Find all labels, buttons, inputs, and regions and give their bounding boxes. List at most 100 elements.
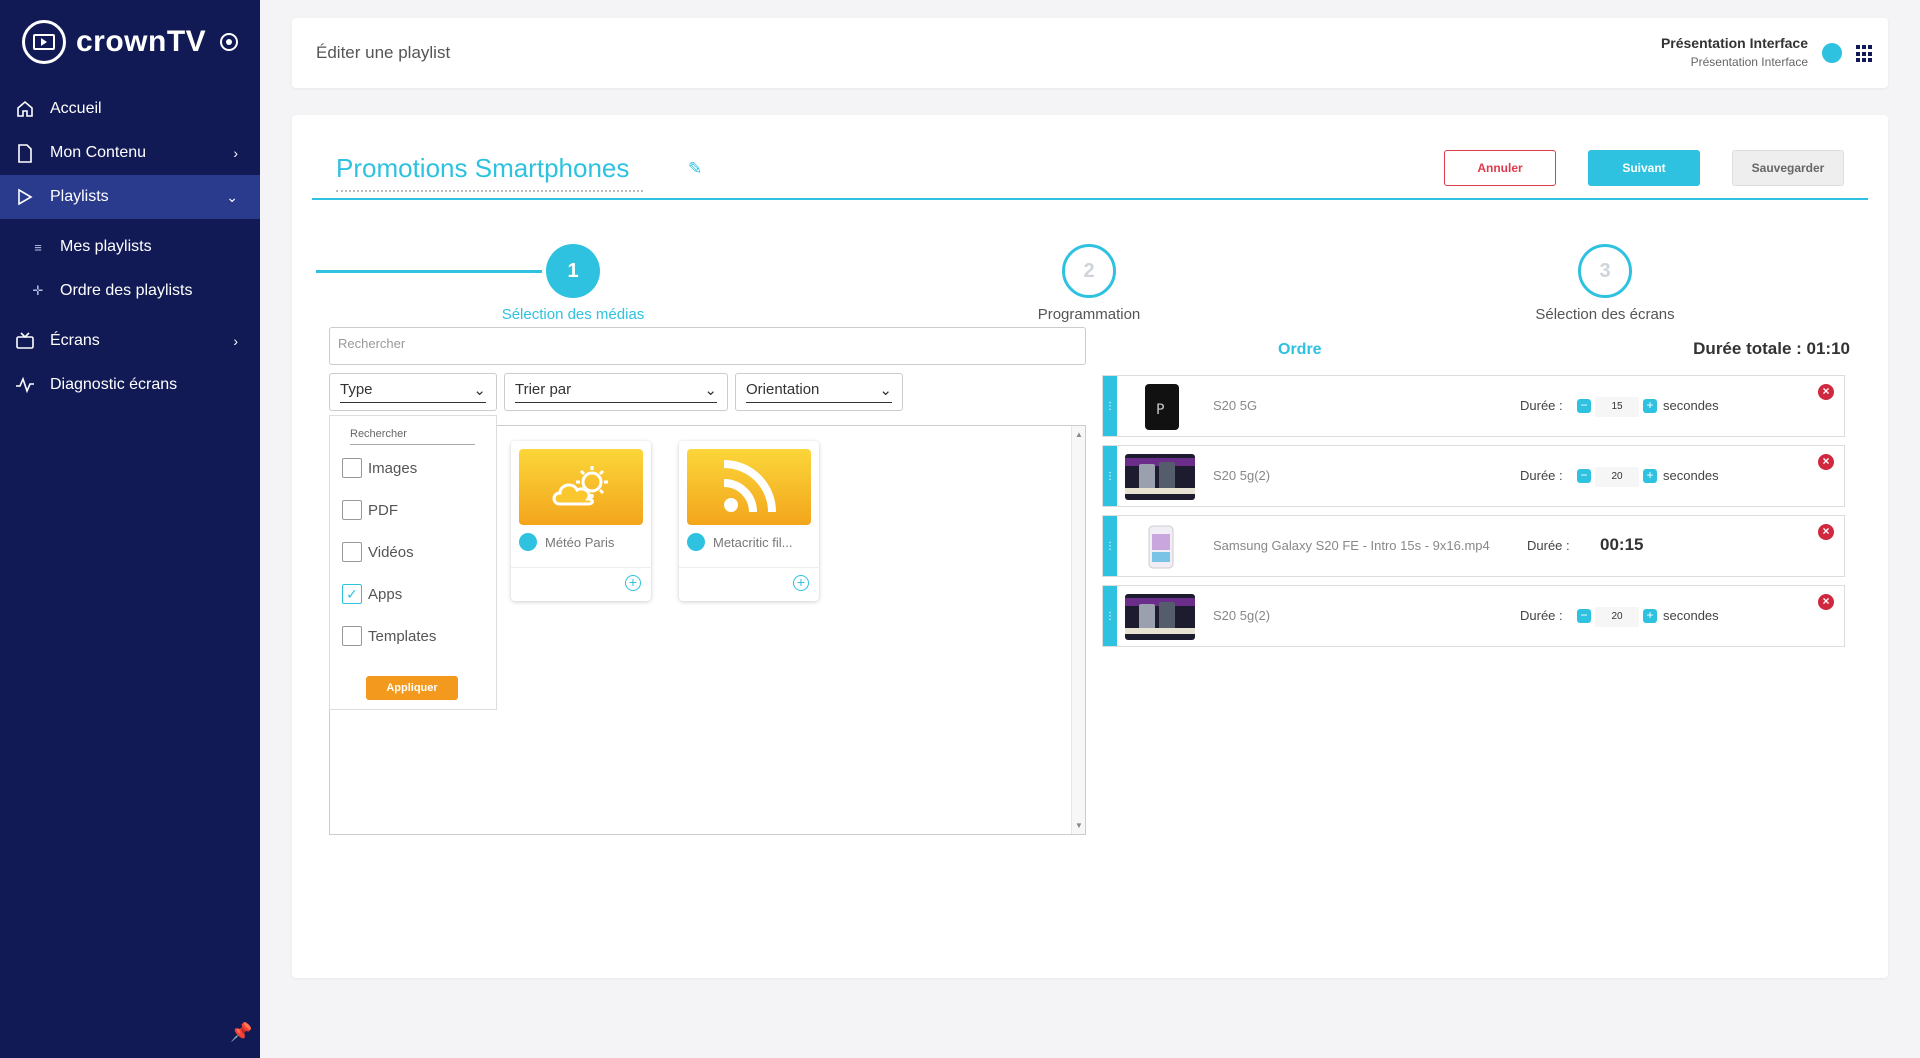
scroll-up-icon[interactable]: ▲ [1075,430,1083,439]
owner-avatar-icon [519,533,537,551]
duration-label: Durée : [1520,468,1563,483]
brand-name: crownTV [76,25,207,58]
tv-icon [14,330,36,352]
list-icon: ≡ [34,239,42,255]
duration-label: Durée : [1520,398,1563,413]
order-row[interactable]: ⋮ P S20 5G Durée : − 15 + secondes × [1102,375,1845,437]
pencil-icon[interactable]: ✎ [688,159,702,179]
remove-icon[interactable]: × [1818,594,1834,610]
page-title: Éditer une playlist [316,43,451,62]
remove-icon[interactable]: × [1818,524,1834,540]
svg-text:P: P [1156,402,1164,418]
step-2-label: Programmation [1037,306,1141,323]
chevron-down-icon: ⌄ [879,382,892,399]
filter-search-input[interactable]: Rechercher [350,428,475,445]
save-button[interactable]: Sauvegarder [1732,150,1844,186]
title-divider [312,198,1868,200]
order-row[interactable]: ⋮ Samsung Galaxy S20 FE - Intro 15s - 9x… [1102,515,1845,577]
filter-option-images[interactable]: Images [342,458,417,478]
sidebar-item-ecrans[interactable]: Écrans › [0,319,260,363]
duration-label: Durée : [1520,608,1563,623]
step-3-circle[interactable]: 3 [1578,244,1632,298]
increment-button[interactable]: + [1643,609,1657,623]
seconds-label: secondes [1663,468,1719,483]
increment-button[interactable]: + [1643,469,1657,483]
orientation-dropdown[interactable]: Orientation ⌄ [735,373,903,411]
media-card-title: Metacritic fil... [687,533,792,551]
duration-input[interactable]: 15 [1595,397,1639,417]
step-2-circle[interactable]: 2 [1062,244,1116,298]
playlist-title[interactable]: Promotions Smartphones [336,153,644,192]
user-avatar-icon[interactable] [1822,43,1842,63]
decrement-button[interactable]: − [1577,469,1591,483]
user-name: Présentation Interface [1660,35,1808,51]
sidebar-subitem-ordre-playlists[interactable]: ✛ Ordre des playlists [28,271,193,311]
stepper-progress-line [316,270,542,273]
media-card-meteo[interactable]: Météo Paris + [511,441,651,601]
filter-option-label: Templates [368,627,437,645]
type-dropdown[interactable]: Type ⌄ [329,373,497,411]
add-to-playlist-icon[interactable]: + [793,575,809,591]
step-3-label: Sélection des écrans [1535,306,1675,323]
sidebar-item-label: Écrans [50,332,100,349]
target-icon [220,33,239,51]
drag-handle-icon[interactable]: ⋮ [1103,376,1117,436]
order-row[interactable]: ⋮ S20 5g(2) Durée : − 20 + secondes × [1102,585,1845,647]
checkbox[interactable] [342,542,362,562]
sidebar-subitem-mes-playlists[interactable]: ≡ Mes playlists [28,227,151,267]
brand-logo[interactable]: crownTV [22,20,239,64]
weather-icon [519,449,643,525]
sidebar-item-mon-contenu[interactable]: Mon Contenu › [0,131,260,175]
order-item-name: Samsung Galaxy S20 FE - Intro 15s - 9x16… [1213,538,1490,553]
remove-icon[interactable]: × [1818,454,1834,470]
sort-dropdown[interactable]: Trier par ⌄ [504,373,728,411]
video-duration: 00:15 [1600,535,1644,554]
duration-input[interactable]: 20 [1595,467,1639,487]
filter-option-videos[interactable]: Vidéos [342,542,414,562]
sidebar-item-accueil[interactable]: Accueil [0,87,260,131]
filter-option-apps[interactable]: ✓ Apps [342,584,402,604]
checkbox-checked[interactable]: ✓ [342,584,362,604]
filter-option-templates[interactable]: Templates [342,626,436,646]
media-card-title: Météo Paris [519,533,614,551]
next-button[interactable]: Suivant [1588,150,1700,186]
media-thumbnail [1125,454,1195,500]
media-card-name: Météo Paris [545,534,615,550]
checkbox[interactable] [342,500,362,520]
drag-handle-icon[interactable]: ⋮ [1103,586,1117,646]
remove-icon[interactable]: × [1818,384,1834,400]
orientation-dropdown-label: Orientation [746,381,820,398]
sidebar-item-diagnostic[interactable]: Diagnostic écrans [0,363,260,407]
sidebar-item-playlists[interactable]: Playlists ⌄ [0,175,260,219]
drag-handle-icon[interactable]: ⋮ [1103,446,1117,506]
decrement-button[interactable]: − [1577,609,1591,623]
home-icon [14,98,36,120]
user-subtitle: Présentation Interface [1690,55,1808,69]
step-1-circle[interactable]: 1 [546,244,600,298]
order-title: Ordre [1278,341,1322,358]
sidebar-item-label: Playlists [50,188,109,205]
pin-icon[interactable]: 📌 [230,1022,252,1043]
filter-option-pdf[interactable]: PDF [342,500,398,520]
apps-grid-icon[interactable] [1856,45,1874,63]
duration-input[interactable]: 20 [1595,607,1639,627]
media-search-input[interactable]: Rechercher [329,327,1086,365]
drag-handle-icon[interactable]: ⋮ [1103,516,1117,576]
checkbox[interactable] [342,458,362,478]
checkbox[interactable] [342,626,362,646]
decrement-button[interactable]: − [1577,399,1591,413]
apply-filter-button[interactable]: Appliquer [366,676,458,700]
order-row[interactable]: ⋮ S20 5g(2) Durée : − 20 + secondes × [1102,445,1845,507]
video-thumbnail [1125,524,1195,570]
media-scrollbar[interactable]: ▲ ▼ [1071,426,1085,834]
chevron-down-icon: ⌄ [473,382,486,399]
media-card-metacritic[interactable]: Metacritic fil... + [679,441,819,601]
scroll-down-icon[interactable]: ▼ [1075,821,1083,830]
owner-avatar-icon [687,533,705,551]
move-icon: ✛ [32,283,44,298]
sort-dropdown-label: Trier par [515,381,572,398]
add-to-playlist-icon[interactable]: + [625,575,641,591]
playlist-editor: Promotions Smartphones ✎ Annuler Suivant… [292,115,1888,978]
cancel-button[interactable]: Annuler [1444,150,1556,186]
increment-button[interactable]: + [1643,399,1657,413]
